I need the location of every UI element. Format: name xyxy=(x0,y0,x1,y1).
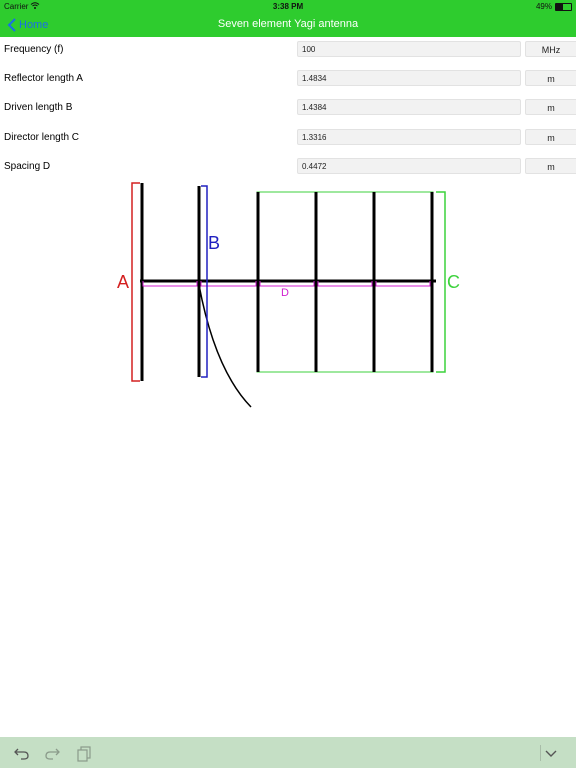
label-b: B xyxy=(208,233,220,253)
director-length-unit-selector[interactable]: m xyxy=(525,129,576,145)
bottom-toolbar xyxy=(0,737,576,768)
undo-icon[interactable] xyxy=(12,743,32,763)
yagi-antenna-diagram: A B C D xyxy=(117,182,460,408)
director-length-value: 1.3316 xyxy=(297,129,521,145)
chevron-down-icon[interactable] xyxy=(540,743,560,763)
frequency-label: Frequency (f) xyxy=(4,44,64,55)
frequency-row: Frequency (f) 100 MHz xyxy=(0,40,576,60)
driven-length-value: 1.4384 xyxy=(297,99,521,115)
reflector-bracket xyxy=(131,182,140,382)
page-title: Seven element Yagi antenna xyxy=(217,18,359,30)
director-length-label: Director length C xyxy=(4,132,80,143)
driven-length-unit-selector[interactable]: m xyxy=(525,99,576,115)
reflector-length-value: 1.4834 xyxy=(297,70,521,86)
director-bracket xyxy=(436,191,446,373)
frequency-input[interactable]: 100 xyxy=(297,41,521,57)
battery-percent: 49% xyxy=(535,2,552,11)
driven-length-label: Driven length B xyxy=(4,102,73,113)
battery-icon xyxy=(555,3,572,11)
label-d: D xyxy=(281,287,289,299)
reflector-length-unit-selector[interactable]: m xyxy=(525,70,576,86)
navigation-bar: Home Seven element Yagi antenna xyxy=(0,13,576,37)
redo-icon[interactable] xyxy=(42,743,62,763)
copy-icon[interactable] xyxy=(74,743,94,763)
status-bar: Carrier 3:38 PM 49% xyxy=(0,0,576,13)
label-a: A xyxy=(117,272,129,292)
reflector-length-label: Reflector length A xyxy=(4,73,83,84)
reflector-length-row: Reflector length A 1.4834 m xyxy=(0,69,576,89)
label-c: C xyxy=(447,272,460,292)
director-length-row: Director length C 1.3316 m xyxy=(0,128,576,148)
driven-length-row: Driven length B 1.4384 m xyxy=(0,98,576,118)
clock: 3:38 PM xyxy=(272,2,304,11)
frequency-unit-selector[interactable]: MHz xyxy=(525,41,576,57)
